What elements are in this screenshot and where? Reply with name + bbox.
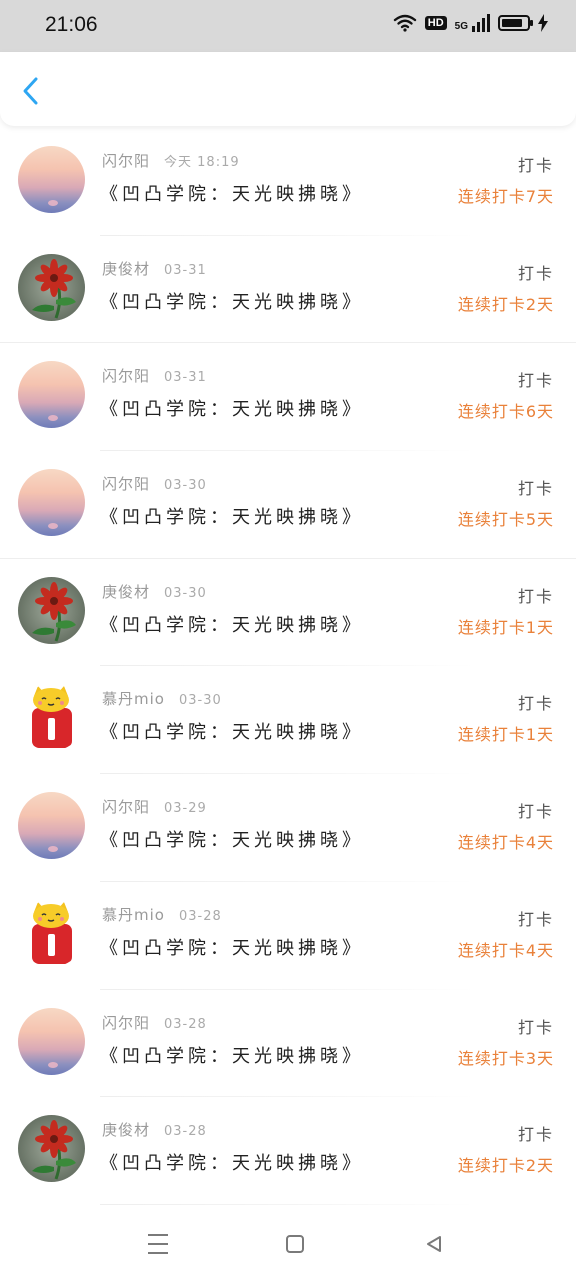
- checkin-label: 打卡: [517, 1125, 554, 1145]
- streak-label: 连续打卡4天: [457, 833, 554, 853]
- avatar[interactable]: [18, 792, 85, 860]
- book-title: 《凹凸学院：天光映拂晓》: [100, 399, 364, 421]
- book-title: 《凹凸学院：天光映拂晓》: [100, 291, 364, 313]
- home-square-icon[interactable]: [286, 1235, 304, 1253]
- book-title: 《凹凸学院：天光映拂晓》: [100, 722, 364, 744]
- back-triangle-icon[interactable]: [424, 1234, 444, 1254]
- network-label: 5G: [454, 21, 468, 32]
- status-time: 21:06: [45, 13, 98, 36]
- list-item[interactable]: 闪尔阳 03-31 《凹凸学院：天光映拂晓》 打卡 连续打卡6天: [0, 343, 576, 452]
- chevron-left-icon[interactable]: [18, 76, 44, 106]
- book-title: 《凹凸学院：天光映拂晓》: [100, 937, 364, 959]
- streak-label: 连续打卡3天: [457, 1048, 554, 1068]
- checkin-label: 打卡: [517, 371, 554, 391]
- post-date: 03-30: [164, 585, 207, 601]
- avatar[interactable]: [18, 576, 85, 644]
- list-item[interactable]: 庚俊材 03-30 《凹凸学院：天光映拂晓》 打卡 连续打卡1天: [0, 559, 576, 667]
- post-date: 今天 18:19: [164, 155, 240, 170]
- streak-label: 连续打卡4天: [457, 940, 554, 960]
- divider: [100, 1203, 476, 1205]
- checkin-label: 打卡: [517, 1017, 554, 1037]
- checkin-label: 打卡: [517, 909, 554, 929]
- streak-label: 连续打卡1天: [457, 617, 554, 637]
- charging-icon: [538, 14, 548, 32]
- post-date: 03-28: [164, 1124, 207, 1140]
- post-date: 03-28: [178, 908, 222, 924]
- user-name[interactable]: 闪尔阳: [102, 798, 150, 816]
- wifi-icon: [393, 14, 416, 32]
- checkin-label: 打卡: [517, 263, 554, 283]
- list-item[interactable]: 庚俊材 03-28 《凹凸学院：天光映拂晓》 打卡 连续打卡2天: [0, 1097, 576, 1205]
- post-date: 03-30: [164, 478, 207, 494]
- checkin-label: 打卡: [517, 586, 554, 606]
- checkin-label: 打卡: [517, 802, 554, 822]
- user-name[interactable]: 闪尔阳: [102, 475, 150, 493]
- checkin-label: 打卡: [517, 479, 554, 499]
- status-icons: HD 5G: [393, 14, 548, 32]
- book-title: 《凹凸学院：天光映拂晓》: [100, 184, 364, 205]
- avatar[interactable]: [18, 253, 85, 321]
- list-item[interactable]: 闪尔阳 03-28 《凹凸学院：天光映拂晓》 打卡 连续打卡3天: [0, 990, 576, 1098]
- hd-icon: HD: [424, 16, 447, 30]
- book-title: 《凹凸学院：天光映拂晓》: [100, 830, 364, 852]
- list-item[interactable]: 闪尔阳 03-29 《凹凸学院：天光映拂晓》 打卡 连续打卡4天: [0, 774, 576, 882]
- streak-label: 连续打卡5天: [457, 510, 554, 530]
- user-name[interactable]: 庚俊材: [102, 260, 150, 278]
- book-title: 《凹凸学院：天光映拂晓》: [100, 614, 364, 636]
- avatar[interactable]: [18, 900, 85, 967]
- avatar[interactable]: [18, 684, 85, 751]
- post-date: 03-28: [164, 1016, 207, 1032]
- book-title: 《凹凸学院：天光映拂晓》: [100, 1045, 364, 1067]
- streak-label: 连续打卡7天: [457, 187, 554, 206]
- user-name[interactable]: 闪尔阳: [102, 152, 150, 170]
- signal-icon: 5G: [455, 14, 490, 32]
- menu-icon[interactable]: [148, 1234, 168, 1254]
- streak-label: 连续打卡6天: [457, 402, 554, 422]
- status-bar: 21:06 HD 5G: [0, 0, 576, 52]
- post-date: 03-31: [164, 370, 207, 386]
- user-name[interactable]: 慕丹mio: [102, 690, 165, 708]
- avatar[interactable]: [18, 361, 85, 429]
- battery-icon: [498, 15, 533, 31]
- avatar[interactable]: [18, 146, 85, 213]
- list-item[interactable]: 慕丹mio 03-30 《凹凸学院：天光映拂晓》 打卡 连续打卡1天: [0, 666, 576, 775]
- list-item[interactable]: 庚俊材 03-31 《凹凸学院：天光映拂晓》 打卡 连续打卡2天: [0, 236, 576, 344]
- list-item[interactable]: 闪尔阳 03-30 《凹凸学院：天光映拂晓》 打卡 连续打卡5天: [0, 451, 576, 559]
- top-header: [0, 52, 576, 126]
- streak-label: 连续打卡2天: [457, 294, 554, 314]
- streak-label: 连续打卡2天: [457, 1156, 554, 1176]
- list-item[interactable]: 闪尔阳 今天 18:19 《凹凸学院：天光映拂晓》 打卡 连续打卡7天: [0, 128, 576, 236]
- user-name[interactable]: 慕丹mio: [102, 906, 165, 924]
- list-item[interactable]: 慕丹mio 03-28 《凹凸学院：天光映拂晓》 打卡 连续打卡4天: [0, 882, 576, 990]
- checkin-label: 打卡: [517, 156, 554, 175]
- system-nav-bar: [0, 1212, 576, 1280]
- avatar[interactable]: [18, 1115, 85, 1183]
- post-date: 03-29: [164, 801, 207, 817]
- book-title: 《凹凸学院：天光映拂晓》: [100, 507, 364, 529]
- post-date: 03-31: [164, 262, 207, 278]
- user-name[interactable]: 闪尔阳: [102, 367, 150, 385]
- checkin-label: 打卡: [517, 694, 554, 714]
- user-name[interactable]: 庚俊材: [102, 1121, 150, 1139]
- post-date: 03-30: [178, 693, 222, 709]
- avatar[interactable]: [18, 469, 85, 537]
- avatar[interactable]: [18, 1007, 85, 1075]
- user-name[interactable]: 庚俊材: [102, 583, 150, 601]
- streak-label: 连续打卡1天: [457, 725, 554, 745]
- book-title: 《凹凸学院：天光映拂晓》: [100, 1153, 364, 1175]
- user-name[interactable]: 闪尔阳: [102, 1014, 150, 1032]
- checkin-list: 闪尔阳 今天 18:19 《凹凸学院：天光映拂晓》 打卡 连续打卡7天 庚俊材 …: [0, 128, 576, 1205]
